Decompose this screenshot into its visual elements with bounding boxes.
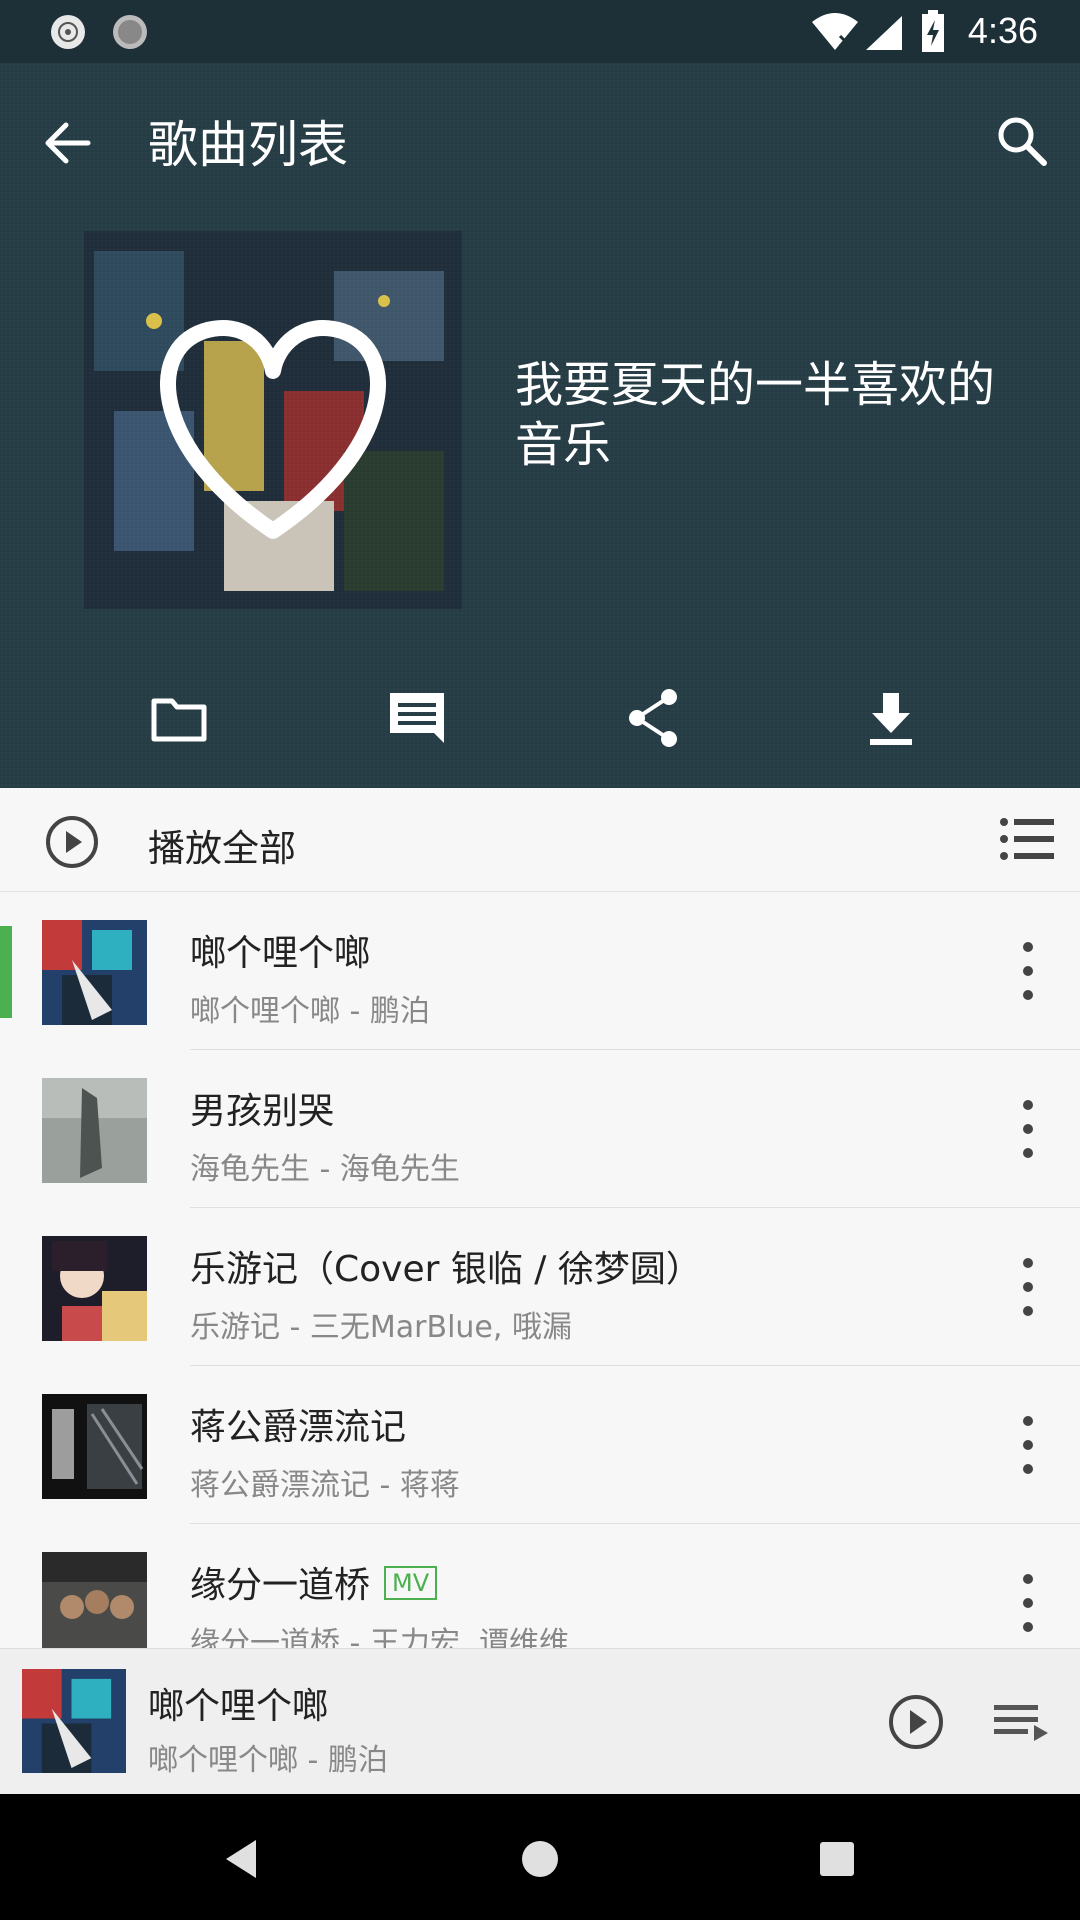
battery-charging-icon bbox=[922, 10, 944, 52]
more-vert-icon[interactable] bbox=[1016, 938, 1040, 1004]
song-title-text: 缘分一道桥 bbox=[190, 1565, 371, 1606]
clock: 4:36 bbox=[967, 10, 1038, 51]
song-title: 啷个哩个啷 bbox=[190, 933, 371, 974]
song-thumbnail bbox=[42, 1078, 147, 1183]
now-playing-title: 啷个哩个啷 bbox=[148, 1686, 329, 1727]
song-list: 啷个哩个啷 啷个哩个啷 - 鹏泊 男孩别哭 海龟先生 - 海龟先生 乐游记（Co… bbox=[0, 892, 1080, 1648]
now-playing-subtitle: 啷个哩个啷 - 鹏泊 bbox=[148, 1743, 388, 1778]
nav-recents-icon[interactable] bbox=[812, 1834, 862, 1884]
playlist-cover bbox=[84, 231, 462, 609]
list-mode-icon[interactable] bbox=[1000, 816, 1054, 862]
nav-home-icon[interactable] bbox=[515, 1834, 565, 1884]
song-row[interactable]: 蒋公爵漂流记 蒋公爵漂流记 - 蒋蒋 bbox=[0, 1366, 1080, 1524]
system-nav-bar bbox=[0, 1794, 1080, 1920]
song-row[interactable]: 男孩别哭 海龟先生 - 海龟先生 bbox=[0, 1050, 1080, 1208]
now-playing-indicator bbox=[0, 926, 12, 1018]
play-all-label[interactable]: 播放全部 bbox=[148, 818, 296, 872]
play-circle-icon[interactable] bbox=[44, 814, 100, 870]
song-title: 缘分一道桥 MV bbox=[190, 1556, 438, 1608]
song-title: 男孩别哭 bbox=[190, 1091, 335, 1132]
play-all-bar[interactable]: 播放全部 bbox=[0, 788, 1080, 892]
song-row[interactable]: 缘分一道桥 MV 缘分一道桥 - 王力宏, 谭维维 bbox=[0, 1524, 1080, 1648]
mv-badge[interactable]: MV bbox=[384, 1566, 438, 1600]
folder-icon[interactable] bbox=[144, 683, 214, 753]
more-vert-icon[interactable] bbox=[1016, 1096, 1040, 1162]
song-thumbnail bbox=[42, 1236, 147, 1341]
more-vert-icon[interactable] bbox=[1016, 1570, 1040, 1636]
comment-icon[interactable] bbox=[382, 683, 452, 753]
song-row[interactable]: 啷个哩个啷 啷个哩个啷 - 鹏泊 bbox=[0, 892, 1080, 1050]
play-icon[interactable] bbox=[887, 1693, 945, 1751]
playlist-cover-art bbox=[84, 231, 462, 609]
song-subtitle: 蒋公爵漂流记 - 蒋蒋 bbox=[190, 1468, 460, 1503]
music-disc-icon bbox=[51, 15, 85, 49]
more-vert-icon[interactable] bbox=[1016, 1412, 1040, 1478]
song-subtitle: 海龟先生 - 海龟先生 bbox=[190, 1152, 460, 1187]
wifi-icon bbox=[812, 13, 858, 50]
song-title: 蒋公爵漂流记 bbox=[190, 1407, 407, 1448]
song-subtitle: 啷个哩个啷 - 鹏泊 bbox=[190, 994, 430, 1029]
loading-icon bbox=[113, 15, 147, 49]
download-icon[interactable] bbox=[856, 683, 926, 753]
song-thumbnail bbox=[42, 1394, 147, 1499]
share-icon[interactable] bbox=[619, 683, 689, 753]
song-row[interactable]: 乐游记（Cover 银临 / 徐梦圆） 乐游记 - 三无MarBlue, 哦漏 bbox=[0, 1208, 1080, 1366]
status-bar: 4:36 bbox=[0, 0, 1080, 63]
playlist-name: 我要夏天的一半喜欢的音乐 bbox=[515, 357, 996, 473]
mini-player[interactable]: 啷个哩个啷 啷个哩个啷 - 鹏泊 bbox=[0, 1648, 1080, 1794]
playlist-header: 歌曲列表 我要夏天的一半喜欢的音乐 bbox=[0, 63, 1080, 788]
search-icon[interactable] bbox=[992, 111, 1052, 171]
queue-music-icon[interactable] bbox=[992, 1699, 1050, 1745]
signal-icon bbox=[866, 16, 902, 50]
song-thumbnail bbox=[42, 1552, 147, 1648]
now-playing-cover[interactable] bbox=[22, 1669, 126, 1773]
page-title: 歌曲列表 bbox=[148, 116, 348, 174]
back-arrow-icon[interactable] bbox=[38, 113, 98, 173]
song-title: 乐游记（Cover 银临 / 徐梦圆） bbox=[190, 1249, 702, 1290]
nav-back-icon[interactable] bbox=[216, 1834, 266, 1884]
more-vert-icon[interactable] bbox=[1016, 1254, 1040, 1320]
song-subtitle: 缘分一道桥 - 王力宏, 谭维维 bbox=[190, 1626, 569, 1648]
song-subtitle: 乐游记 - 三无MarBlue, 哦漏 bbox=[190, 1310, 572, 1345]
song-thumbnail bbox=[42, 920, 147, 1025]
